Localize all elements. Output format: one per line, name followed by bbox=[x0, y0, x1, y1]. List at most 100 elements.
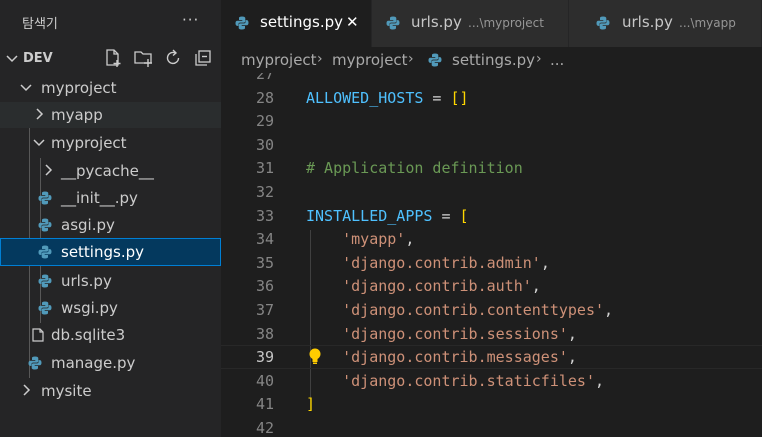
code-line[interactable]: 31 # Application definition bbox=[221, 156, 762, 180]
line-number: 36 bbox=[255, 277, 274, 296]
tree-item-label: __pycache__ bbox=[61, 162, 154, 180]
code-token: # Application definition bbox=[306, 159, 523, 178]
code-token: , bbox=[595, 371, 605, 390]
tree-item-myproject[interactable]: myproject bbox=[0, 75, 221, 101]
code-line[interactable]: 36 'django.contrib.auth', bbox=[221, 274, 762, 298]
tree-item-pycache[interactable]: __pycache__ bbox=[0, 158, 221, 184]
code-text: 'myapp', bbox=[306, 230, 414, 248]
code-line[interactable]: 32 bbox=[221, 180, 762, 204]
line-number: 28 bbox=[255, 88, 274, 107]
code-text: 'django.contrib.messages', bbox=[306, 348, 577, 366]
tree-item-urls-py[interactable]: urls.py bbox=[0, 268, 221, 294]
python-file-icon bbox=[596, 16, 610, 30]
code-line[interactable]: 30 bbox=[221, 133, 762, 157]
tree-item-db-sqlite3[interactable]: db.sqlite3 bbox=[0, 322, 221, 348]
code-line[interactable]: 38 'django.contrib.sessions', bbox=[221, 322, 762, 346]
tab-urls-py-myapp[interactable]: urls.py ...\myapp bbox=[569, 0, 762, 47]
tree-item-label: asgi.py bbox=[61, 216, 115, 234]
tree-item-manage-py[interactable]: manage.py bbox=[0, 350, 221, 376]
breadcrumb-separator-icon: › bbox=[317, 51, 323, 67]
tree-item-mysite[interactable]: mysite bbox=[0, 378, 221, 404]
explorer-title: 탐색기 bbox=[22, 17, 58, 32]
tree-item-label: myproject bbox=[41, 79, 117, 97]
code-text: ] bbox=[306, 395, 315, 413]
code-text: 'django.contrib.sessions', bbox=[306, 325, 577, 343]
close-icon[interactable]: ✕ bbox=[346, 14, 359, 30]
chevron-down-icon bbox=[33, 139, 45, 147]
line-number: 34 bbox=[255, 230, 274, 249]
tree-item-label: mysite bbox=[41, 382, 92, 400]
tree-item-label: myproject bbox=[51, 134, 127, 152]
tree-item-init-py[interactable]: __init__.py bbox=[0, 185, 221, 211]
code-token: , bbox=[567, 324, 577, 343]
line-number: 33 bbox=[255, 206, 274, 225]
chevron-right-icon bbox=[45, 164, 53, 176]
code-line[interactable]: 28 ALLOWED_HOSTS = [] bbox=[221, 86, 762, 110]
code-line[interactable]: 42 bbox=[221, 416, 762, 437]
tree-item-label: settings.py bbox=[61, 243, 144, 261]
line-number: 42 bbox=[255, 419, 274, 437]
tab-settings-py[interactable]: settings.py ✕ bbox=[221, 0, 372, 47]
breadcrumb-separator-icon: › bbox=[408, 51, 414, 67]
python-file-icon bbox=[38, 245, 52, 259]
new-file-icon[interactable] bbox=[103, 48, 123, 68]
code-token: ALLOWED_HOSTS bbox=[306, 88, 424, 107]
breadcrumb-item[interactable]: myproject bbox=[332, 51, 408, 69]
more-actions-icon[interactable]: ··· bbox=[182, 11, 199, 29]
explorer-sidebar: 탐색기 ··· DEV myproject myapp myproject __… bbox=[0, 0, 221, 437]
tree-item-label: wsgi.py bbox=[61, 299, 118, 317]
tree-item-wsgi-py[interactable]: wsgi.py bbox=[0, 295, 221, 321]
line-number: 39 bbox=[255, 348, 274, 367]
tree-item-myapp[interactable]: myapp bbox=[0, 102, 221, 128]
line-number: 40 bbox=[255, 371, 274, 390]
line-number: 37 bbox=[255, 301, 274, 319]
code-line[interactable]: 37 'django.contrib.contenttypes', bbox=[221, 298, 762, 322]
workspace-title: DEV bbox=[23, 51, 53, 66]
tree-item-settings-py[interactable]: settings.py bbox=[0, 238, 221, 266]
tree-item-label: db.sqlite3 bbox=[51, 326, 126, 344]
breadcrumb-item[interactable]: ... bbox=[550, 51, 564, 69]
code-text: INSTALLED_APPS = [ bbox=[306, 207, 469, 225]
chevron-down-icon bbox=[20, 84, 32, 92]
breadcrumb-item[interactable]: settings.py bbox=[452, 51, 535, 69]
tree-item-asgi-py[interactable]: asgi.py bbox=[0, 212, 221, 238]
new-folder-icon[interactable] bbox=[133, 48, 153, 68]
breadcrumb-item[interactable]: myproject bbox=[241, 51, 317, 69]
collapse-all-icon[interactable] bbox=[193, 48, 213, 68]
refresh-icon[interactable] bbox=[163, 48, 183, 68]
tab-description: ...\myproject bbox=[468, 16, 544, 30]
code-token: , bbox=[405, 230, 415, 249]
python-file-icon bbox=[386, 16, 400, 30]
tab-urls-py-myproject[interactable]: urls.py ...\myproject bbox=[372, 0, 569, 47]
database-file-icon bbox=[32, 328, 44, 342]
code-editor[interactable]: 27 28 ALLOWED_HOSTS = [] 29 30 31 # Applicatio… bbox=[221, 73, 762, 437]
code-line[interactable]: 40 'django.contrib.staticfiles', bbox=[221, 369, 762, 393]
code-line[interactable]: 41] bbox=[221, 392, 762, 416]
chevron-right-icon bbox=[23, 384, 31, 396]
tree-item-myproject-inner[interactable]: myproject bbox=[0, 130, 221, 156]
code-line[interactable]: 35 'django.contrib.admin', bbox=[221, 251, 762, 275]
code-line[interactable]: 33 INSTALLED_APPS = [ bbox=[221, 204, 762, 228]
python-file-icon bbox=[428, 53, 442, 67]
code-token: INSTALLED_APPS bbox=[306, 206, 433, 225]
code-line[interactable]: 27 bbox=[221, 73, 762, 86]
code-text: # Application definition bbox=[306, 159, 523, 177]
code-text: 'django.contrib.admin', bbox=[306, 254, 550, 272]
workspace-section-header[interactable]: DEV bbox=[0, 46, 221, 72]
code-token: 'django.contrib.staticfiles' bbox=[342, 371, 595, 390]
breadcrumb-separator-icon: › bbox=[536, 51, 542, 67]
code-line[interactable]: 29 bbox=[221, 109, 762, 133]
line-number: 41 bbox=[255, 395, 274, 414]
code-token: ] bbox=[306, 395, 316, 414]
code-token: 'django.contrib.auth' bbox=[342, 277, 532, 296]
tab-label: urls.py bbox=[411, 13, 462, 31]
line-number: 27 bbox=[255, 73, 274, 83]
code-line[interactable]: 39 'django.contrib.messages', bbox=[221, 345, 762, 369]
line-number: 35 bbox=[255, 253, 274, 272]
code-token: 'django.contrib.messages' bbox=[342, 348, 568, 367]
code-line[interactable]: 34 'myapp', bbox=[221, 227, 762, 251]
